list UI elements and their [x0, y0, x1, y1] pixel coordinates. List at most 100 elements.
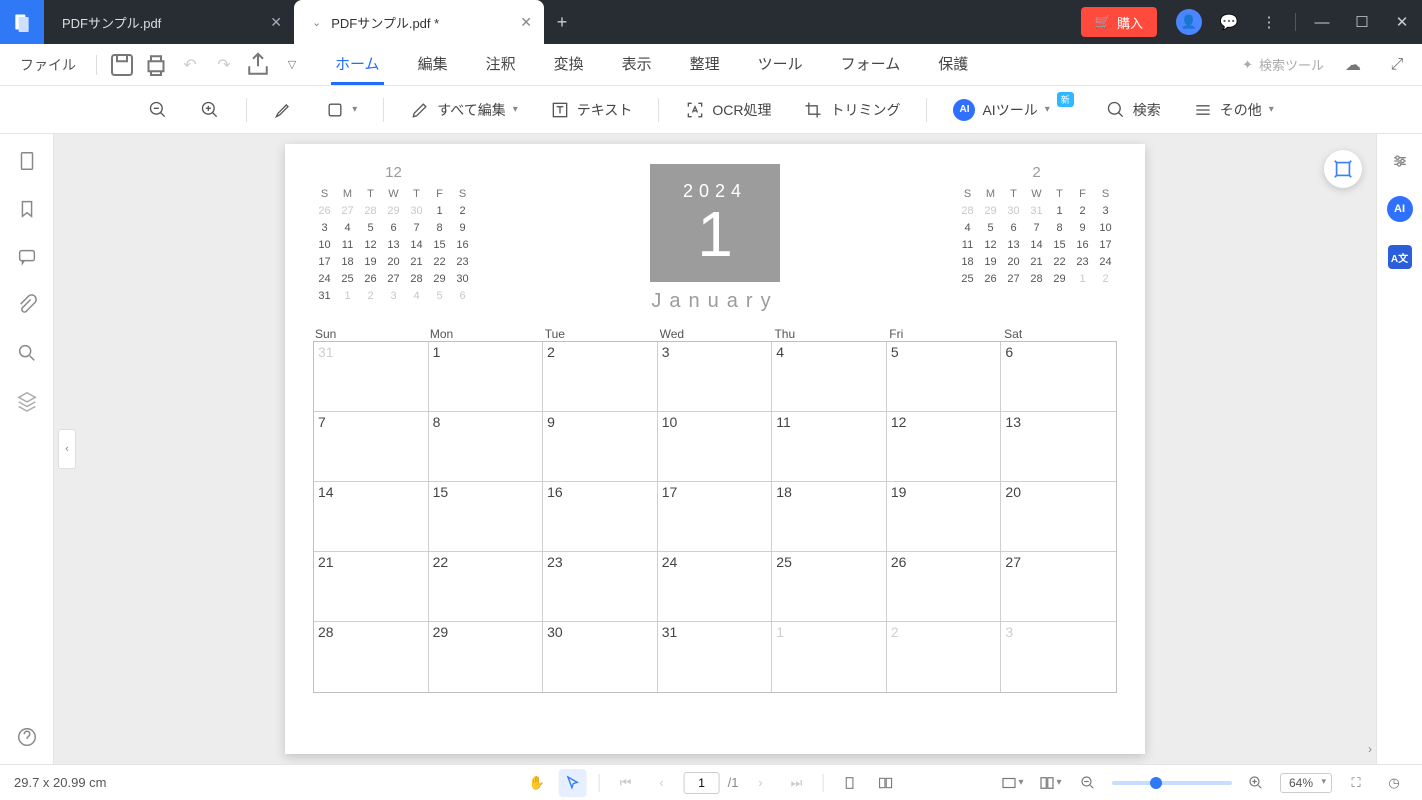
zoom-value[interactable]: 64%	[1280, 773, 1332, 793]
shape-button[interactable]: ▾	[319, 96, 363, 124]
text-label: テキスト	[577, 100, 633, 120]
more-button[interactable]: その他▾	[1187, 96, 1280, 124]
ribbon-tab-1[interactable]: 編集	[414, 45, 452, 85]
ribbon-tab-2[interactable]: 注釈	[482, 45, 520, 85]
zoom-in-button[interactable]	[194, 96, 226, 124]
next-page-icon[interactable]: ›	[746, 769, 774, 797]
save-icon[interactable]	[107, 50, 137, 80]
ribbon-tab-8[interactable]: 保護	[934, 45, 972, 85]
zoom-slider[interactable]	[1112, 781, 1232, 785]
calendar-cell: 2	[887, 622, 1002, 692]
crop-label: トリミング	[830, 100, 900, 120]
ribbon-tab-6[interactable]: ツール	[754, 45, 807, 85]
calendar-cell: 31	[658, 622, 773, 692]
share-icon[interactable]	[243, 50, 273, 80]
calendar-cell: 26	[887, 552, 1002, 622]
calendar-cell: 4	[772, 342, 887, 412]
maximize-button[interactable]: ☐	[1342, 0, 1382, 44]
search-panel-icon[interactable]	[16, 342, 38, 364]
hand-tool-icon[interactable]: ✋	[523, 769, 551, 797]
search-button[interactable]: 検索	[1100, 96, 1167, 124]
print-icon[interactable]	[141, 50, 171, 80]
mini-cal-title: 12	[313, 164, 474, 181]
chevron-down-icon: ▾	[513, 104, 518, 115]
more-button[interactable]: ⋮	[1249, 0, 1289, 44]
zoom-out-icon[interactable]	[1074, 769, 1102, 797]
quick-access-dropdown[interactable]: ▽	[277, 50, 307, 80]
pdf-page[interactable]: 12 SMTWTFS262728293012345678910111213141…	[285, 144, 1145, 754]
calendar-cell: 2	[543, 342, 658, 412]
attachments-icon[interactable]	[16, 294, 38, 316]
divider	[96, 55, 97, 75]
two-page-icon[interactable]	[871, 769, 899, 797]
new-tab-button[interactable]: +	[544, 12, 580, 33]
prev-page-icon[interactable]: ‹	[648, 769, 676, 797]
select-tool-icon[interactable]	[559, 769, 587, 797]
translate-icon[interactable]: A文	[1387, 244, 1413, 270]
calendar-cell: 7	[314, 412, 429, 482]
zoom-in-icon[interactable]	[1242, 769, 1270, 797]
crop-button[interactable]: トリミング	[797, 96, 906, 124]
comment-button[interactable]: 💬	[1209, 0, 1249, 44]
cloud-icon[interactable]: ☁	[1338, 50, 1368, 80]
read-mode-icon[interactable]: ▾	[1036, 769, 1064, 797]
calendar-cell: 16	[543, 482, 658, 552]
ai-tools-button[interactable]: AI AIツール▾ 新	[947, 95, 1079, 125]
ribbon-tab-4[interactable]: 表示	[618, 45, 656, 85]
last-page-icon[interactable]: ⏭	[782, 769, 810, 797]
ribbon-tab-0[interactable]: ホーム	[331, 45, 384, 85]
main-calendar: SunMonTueWedThuFriSat 311234567891011121…	[313, 327, 1117, 693]
page-input[interactable]	[684, 772, 720, 794]
tab-active[interactable]: ⌄ PDFサンプル.pdf * ✕	[294, 0, 544, 44]
calendar-cell: 12	[887, 412, 1002, 482]
chevron-down-icon: ▾	[1269, 104, 1274, 115]
collapse-left-button[interactable]: ‹	[58, 429, 76, 469]
ocr-button[interactable]: OCR処理	[679, 96, 777, 124]
chevron-down-icon: ▾	[1045, 104, 1050, 115]
app-icon	[0, 0, 44, 44]
divider	[658, 98, 659, 122]
single-page-icon[interactable]	[835, 769, 863, 797]
comments-icon[interactable]	[16, 246, 38, 268]
scroll-area[interactable]: 12 SMTWTFS262728293012345678910111213141…	[54, 134, 1376, 764]
calendar-cell: 9	[543, 412, 658, 482]
fullscreen-icon[interactable]: ⛶	[1342, 769, 1370, 797]
tab-inactive[interactable]: PDFサンプル.pdf ✕	[44, 0, 294, 44]
calendar-cell: 23	[543, 552, 658, 622]
ribbon-tab-3[interactable]: 変換	[550, 45, 588, 85]
expand-icon[interactable]: ⤢	[1382, 50, 1412, 80]
edit-all-button[interactable]: すべて編集▾	[404, 96, 524, 124]
first-page-icon[interactable]: ⏮	[612, 769, 640, 797]
close-window-button[interactable]: ✕	[1382, 0, 1422, 44]
text-button[interactable]: テキスト	[544, 96, 639, 124]
calendar-cell: 5	[887, 342, 1002, 412]
thumbnails-icon[interactable]	[16, 150, 38, 172]
right-panel: AI A文	[1376, 134, 1422, 764]
buy-button[interactable]: 🛒 購入	[1081, 7, 1157, 37]
edit-fab-button[interactable]	[1324, 150, 1362, 188]
expand-right-button[interactable]: ›	[1368, 742, 1372, 756]
calendar-cell: 18	[772, 482, 887, 552]
properties-icon[interactable]	[1387, 148, 1413, 174]
ribbon-tab-7[interactable]: フォーム	[837, 45, 905, 85]
file-menu[interactable]: ファイル	[10, 49, 86, 81]
search-tools-button[interactable]: ✦ 検索ツール	[1242, 55, 1324, 74]
clock-icon[interactable]: ◷	[1380, 769, 1408, 797]
bookmarks-icon[interactable]	[16, 198, 38, 220]
ai-panel-icon[interactable]: AI	[1387, 196, 1413, 222]
minimize-button[interactable]: —	[1302, 0, 1342, 44]
zoom-out-button[interactable]	[142, 96, 174, 124]
ribbon-tab-5[interactable]: 整理	[686, 45, 724, 85]
ai-label: AIツール	[982, 100, 1037, 120]
close-icon[interactable]: ✕	[270, 14, 282, 31]
help-icon[interactable]	[16, 726, 38, 748]
undo-icon[interactable]: ↶	[175, 50, 205, 80]
layers-icon[interactable]	[16, 390, 38, 412]
highlight-button[interactable]	[267, 96, 299, 124]
redo-icon[interactable]: ↷	[209, 50, 239, 80]
calendar-cell: 22	[429, 552, 544, 622]
account-button[interactable]: 👤	[1169, 0, 1209, 44]
close-icon[interactable]: ✕	[520, 14, 532, 31]
fit-width-icon[interactable]: ▾	[998, 769, 1026, 797]
status-bar: 29.7 x 20.99 cm ✋ ⏮ ‹ /1 › ⏭ ▾ ▾ 64% ⛶ ◷	[0, 764, 1422, 800]
